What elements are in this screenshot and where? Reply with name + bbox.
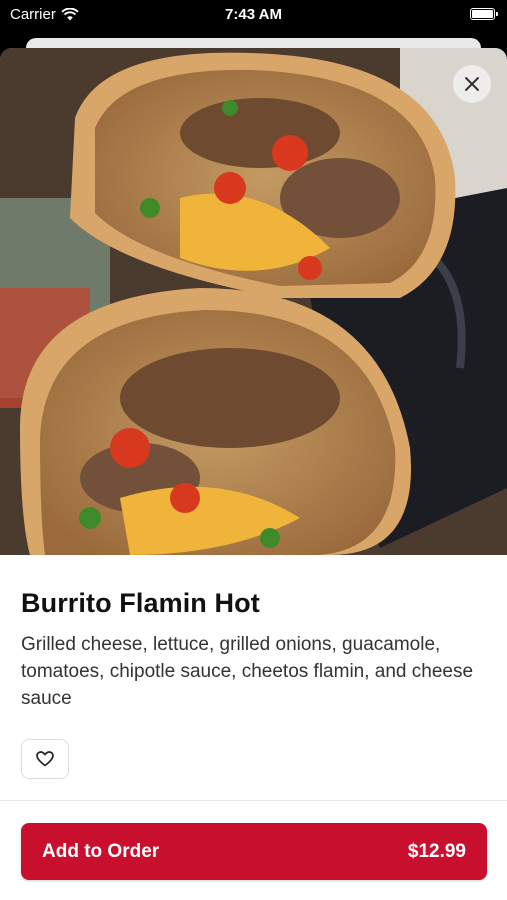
- item-photo: [0, 48, 507, 555]
- item-description: Grilled cheese, lettuce, grilled onions,…: [21, 634, 474, 709]
- close-button[interactable]: [453, 65, 491, 103]
- favorite-button[interactable]: [21, 739, 69, 779]
- status-bar: Carrier 7:43 AM: [0, 0, 507, 34]
- heart-outline-icon: [36, 751, 54, 767]
- divider: [0, 800, 507, 801]
- add-to-order-label: Add to Order: [42, 840, 160, 862]
- battery-icon: [470, 8, 498, 20]
- add-to-order-button[interactable]: Add to Order $12.99: [21, 823, 487, 880]
- item-title: Burrito Flamin Hot: [21, 588, 260, 618]
- item-detail-sheet: Burrito Flamin Hot Grilled cheese, lettu…: [0, 48, 507, 900]
- battery-level: [472, 10, 493, 18]
- status-time: 7:43 AM: [225, 6, 282, 23]
- item-info: Burrito Flamin Hot Grilled cheese, lettu…: [21, 588, 486, 712]
- close-icon: [465, 77, 479, 91]
- price-label: $12.99: [407, 840, 466, 862]
